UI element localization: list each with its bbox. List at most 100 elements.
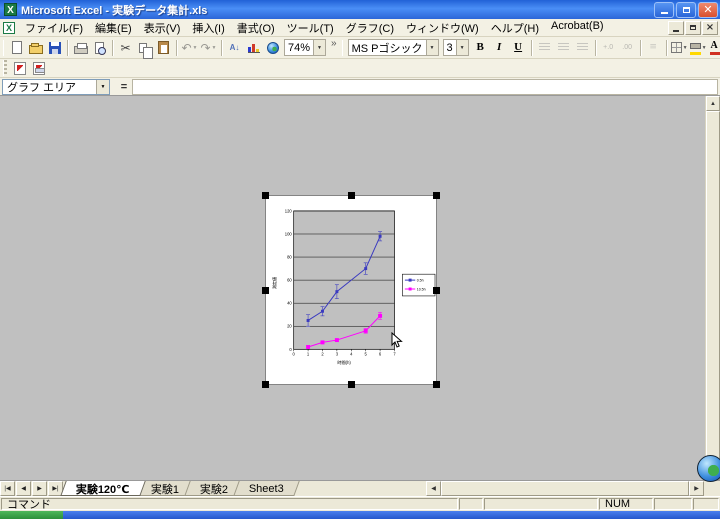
underline-button[interactable]: U bbox=[509, 39, 528, 57]
svg-text:7: 7 bbox=[393, 352, 396, 357]
italic-icon: I bbox=[497, 42, 501, 53]
selection-handle-e[interactable] bbox=[433, 287, 440, 294]
close-button[interactable]: ✕ bbox=[698, 2, 718, 18]
menu-item-8[interactable]: ヘルプ(H) bbox=[485, 18, 545, 38]
prev-sheet-button[interactable]: ◀ bbox=[16, 481, 31, 496]
zoom-dropdown-icon[interactable]: ▼ bbox=[313, 40, 325, 55]
toolbar-grip[interactable] bbox=[3, 40, 4, 56]
workbook-close-button[interactable]: × bbox=[702, 21, 718, 35]
font-color-button[interactable]: A▼ bbox=[708, 39, 720, 57]
convert-to-adobe-pdf-button[interactable] bbox=[10, 59, 29, 77]
font-name-dropdown-icon[interactable]: ▼ bbox=[426, 40, 438, 55]
save-icon bbox=[49, 42, 61, 54]
fill-color-icon bbox=[690, 43, 701, 49]
print-button[interactable] bbox=[71, 39, 90, 57]
italic-button[interactable]: I bbox=[490, 39, 509, 57]
font-name-combo[interactable]: MS Pゴシック ▼ bbox=[348, 39, 439, 56]
selection-handle-sw[interactable] bbox=[262, 381, 269, 388]
restore-button[interactable] bbox=[676, 2, 696, 18]
chart-sheet-area[interactable]: 020406080100120012345670.5h10.5h測定値時間(h)… bbox=[0, 96, 720, 480]
chart-object[interactable]: 020406080100120012345670.5h10.5h測定値時間(h) bbox=[262, 192, 440, 388]
selection-handle-nw[interactable] bbox=[262, 192, 269, 199]
paste-icon bbox=[158, 41, 169, 54]
name-box-dropdown-icon[interactable]: ▼ bbox=[96, 80, 109, 94]
open-button[interactable] bbox=[26, 39, 45, 57]
copy-button[interactable] bbox=[135, 39, 154, 57]
horizontal-scrollbar-thumb[interactable] bbox=[441, 481, 689, 496]
sheet-tab-3[interactable]: Sheet3 bbox=[233, 481, 299, 496]
workbook-restore-icon bbox=[690, 25, 696, 30]
fill-color-dropdown-icon[interactable]: ▼ bbox=[702, 45, 707, 51]
increase-indent-button: ≡ bbox=[644, 39, 663, 57]
menu-item-0[interactable]: ファイル(F) bbox=[19, 18, 89, 38]
drawing-button[interactable] bbox=[263, 39, 282, 57]
name-box[interactable]: グラフ エリア ▼ bbox=[2, 79, 110, 95]
menu-item-7[interactable]: ウィンドウ(W) bbox=[400, 18, 485, 38]
cut-button[interactable]: ✂ bbox=[116, 39, 135, 57]
formula-input[interactable] bbox=[132, 79, 718, 95]
menu-item-5[interactable]: ツール(T) bbox=[281, 18, 340, 38]
vertical-scrollbar[interactable]: ▲ ▼ bbox=[705, 96, 720, 480]
menu-item-1[interactable]: 編集(E) bbox=[89, 18, 138, 38]
new-document-button[interactable] bbox=[7, 39, 26, 57]
save-button[interactable] bbox=[45, 39, 64, 57]
menu-item-4[interactable]: 書式(O) bbox=[231, 18, 281, 38]
scroll-left-button[interactable]: ◀ bbox=[426, 481, 441, 496]
horizontal-scrollbar[interactable]: ◀ ▶ bbox=[426, 481, 704, 496]
font-size-value: 3 bbox=[444, 42, 456, 54]
print-preview-icon bbox=[95, 42, 104, 54]
toolbar-grip-2[interactable] bbox=[342, 40, 343, 56]
font-size-combo[interactable]: 3 ▼ bbox=[443, 39, 469, 56]
convert-to-adobe-pdf-and-email-button[interactable] bbox=[29, 59, 48, 77]
next-sheet-button[interactable]: ▶ bbox=[32, 481, 47, 496]
align-right-icon bbox=[577, 43, 588, 52]
menu-item-2[interactable]: 表示(V) bbox=[138, 18, 187, 38]
font-size-dropdown-icon[interactable]: ▼ bbox=[456, 40, 468, 55]
scroll-right-button[interactable]: ▶ bbox=[689, 481, 704, 496]
paste-button[interactable] bbox=[154, 39, 173, 57]
start-button-fragment[interactable] bbox=[0, 511, 63, 519]
selection-handle-se[interactable] bbox=[433, 381, 440, 388]
selection-handle-n[interactable] bbox=[348, 192, 355, 199]
sort-ascending-button[interactable]: A↓ bbox=[225, 39, 244, 57]
menu-bar: X ファイル(F)編集(E)表示(V)挿入(I)書式(O)ツール(T)グラフ(C… bbox=[0, 19, 720, 37]
menu-item-9[interactable]: Acrobat(B) bbox=[545, 18, 610, 38]
close-icon: ✕ bbox=[703, 4, 712, 15]
taskbar-fragment[interactable] bbox=[63, 511, 720, 519]
copy-icon bbox=[139, 43, 147, 53]
sheet-tab-0[interactable]: 実験120℃ bbox=[60, 481, 145, 496]
redo-icon: ↷ bbox=[200, 42, 210, 54]
chart-wizard-button[interactable] bbox=[244, 39, 263, 57]
zoom-combo[interactable]: 74% ▼ bbox=[284, 39, 326, 56]
borders-dropdown-icon[interactable]: ▼ bbox=[683, 45, 688, 51]
vertical-scrollbar-thumb[interactable] bbox=[706, 111, 720, 465]
workbook-minimize-button[interactable] bbox=[668, 21, 684, 35]
chart-area[interactable]: 020406080100120012345670.5h10.5h測定値時間(h) bbox=[265, 195, 437, 385]
workbook-restore-button[interactable] bbox=[685, 21, 701, 35]
font-color-icon: A bbox=[711, 41, 718, 51]
scroll-up-button[interactable]: ▲ bbox=[706, 96, 720, 111]
chart-svg[interactable]: 020406080100120012345670.5h10.5h測定値時間(h) bbox=[266, 196, 436, 384]
status-panel-1 bbox=[484, 498, 598, 510]
selection-handle-ne[interactable] bbox=[433, 192, 440, 199]
convert-to-adobe-pdf-and-email-icon bbox=[33, 62, 45, 75]
minimize-button[interactable] bbox=[654, 2, 674, 18]
workbook-close-icon: × bbox=[706, 23, 714, 33]
selection-handle-s[interactable] bbox=[348, 381, 355, 388]
acrobat-toolbar-grip[interactable] bbox=[3, 60, 7, 76]
first-sheet-button[interactable]: |◀ bbox=[0, 481, 15, 496]
svg-text:測定値: 測定値 bbox=[271, 277, 277, 289]
font-name-value: MS Pゴシック bbox=[349, 40, 426, 56]
bold-button[interactable]: B bbox=[471, 39, 490, 57]
toolbar-row-1: ✂↶▼↷▼A↓ 74% ▼ » MS Pゴシック ▼ 3 ▼ BIU+.0.00… bbox=[0, 37, 720, 59]
selection-handle-w[interactable] bbox=[262, 287, 269, 294]
sheet-tab-label: 実験2 bbox=[200, 481, 228, 497]
standard-overflow-button[interactable]: » bbox=[328, 38, 340, 49]
borders-button[interactable]: ▼ bbox=[670, 39, 689, 57]
print-preview-button[interactable] bbox=[90, 39, 109, 57]
svg-text:40: 40 bbox=[287, 301, 292, 306]
menu-item-3[interactable]: 挿入(I) bbox=[186, 18, 230, 38]
redo-button: ↷▼ bbox=[199, 39, 218, 57]
fill-color-button[interactable]: ▼ bbox=[689, 39, 708, 57]
menu-item-6[interactable]: グラフ(C) bbox=[340, 18, 400, 38]
